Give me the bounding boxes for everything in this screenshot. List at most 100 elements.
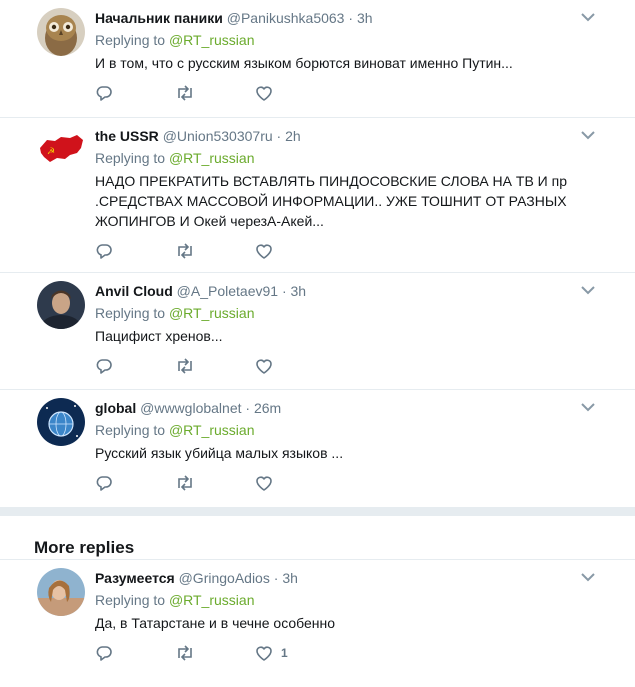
timestamp[interactable]: 3h: [357, 10, 373, 26]
tweet[interactable]: ☭ the USSR @Union530307ru · 2h Replying …: [0, 118, 635, 273]
separator-dot: ·: [245, 400, 251, 416]
timestamp[interactable]: 3h: [282, 570, 298, 586]
reply-icon: [96, 359, 112, 374]
tweet-header: global @wwwglobalnet · 26m: [95, 398, 605, 418]
timestamp[interactable]: 2h: [285, 128, 301, 144]
reply-icon: [96, 244, 112, 259]
heart-icon: [256, 476, 272, 491]
replying-to: Replying to @RT_russian: [95, 303, 605, 323]
chevron-down-icon[interactable]: [581, 12, 595, 22]
tweet[interactable]: Начальник паники @Panikushka5063 · 3h Re…: [0, 0, 635, 118]
tweet-actions: 1: [95, 638, 605, 668]
reply-icon: [96, 476, 112, 491]
retweet-icon: [178, 475, 192, 491]
avatar[interactable]: [37, 8, 85, 56]
chevron-down-icon[interactable]: [581, 130, 595, 140]
more-replies-heading: More replies: [0, 516, 635, 560]
svg-text:☭: ☭: [47, 147, 55, 157]
person-photo-avatar-icon: [37, 281, 85, 329]
user-handle[interactable]: @GringoAdios: [179, 570, 270, 586]
replying-to: Replying to @RT_russian: [95, 30, 605, 50]
mention-link[interactable]: @RT_russian: [169, 305, 255, 321]
owl-avatar-icon: [37, 8, 85, 56]
heart-icon: [256, 244, 272, 259]
globe-avatar-icon: [37, 398, 85, 446]
tweet-header: the USSR @Union530307ru · 2h: [95, 126, 605, 146]
display-name[interactable]: the USSR: [95, 128, 159, 144]
replying-to-label: Replying to: [95, 305, 166, 321]
separator-dot: ·: [273, 570, 279, 586]
tweet[interactable]: Разумеется @GringoAdios · 3h Replying to…: [0, 560, 635, 678]
tweet-actions: [95, 236, 605, 266]
like-button[interactable]: 1: [255, 645, 335, 661]
user-handle[interactable]: @Panikushka5063: [227, 10, 345, 26]
tweet-text: Русский язык убийца малых языков ...: [95, 445, 344, 461]
like-button[interactable]: [255, 475, 335, 491]
replying-to: Replying to @RT_russian: [95, 590, 605, 610]
tweet-actions: [95, 468, 605, 498]
tweet-header: Разумеется @GringoAdios · 3h: [95, 568, 605, 588]
reply-button[interactable]: [95, 84, 175, 102]
replying-to-label: Replying to: [95, 150, 166, 166]
separator-dot: ·: [348, 10, 354, 26]
like-button[interactable]: [255, 85, 335, 101]
retweet-button[interactable]: [175, 243, 255, 259]
replying-to: Replying to @RT_russian: [95, 148, 605, 168]
avatar[interactable]: [37, 398, 85, 446]
replying-to-label: Replying to: [95, 32, 166, 48]
separator-dot: ·: [281, 283, 287, 299]
separator-dot: ·: [276, 128, 282, 144]
mention-link[interactable]: @RT_russian: [169, 32, 255, 48]
like-button[interactable]: [255, 243, 335, 259]
replying-to-label: Replying to: [95, 422, 166, 438]
retweet-icon: [178, 358, 192, 374]
avatar[interactable]: ☭: [37, 126, 85, 174]
retweet-icon: [178, 85, 192, 101]
like-count: 1: [281, 646, 288, 660]
replying-to: Replying to @RT_russian: [95, 420, 605, 440]
timestamp[interactable]: 3h: [291, 283, 307, 299]
heart-icon: [256, 359, 272, 374]
tweet-header: Начальник паники @Panikushka5063 · 3h: [95, 8, 605, 28]
display-name[interactable]: Anvil Cloud: [95, 283, 173, 299]
retweet-button[interactable]: [175, 645, 255, 661]
woman-photo-avatar-icon: [37, 568, 85, 616]
heart-icon: [256, 86, 272, 101]
user-handle[interactable]: @Union530307ru: [163, 128, 273, 144]
avatar[interactable]: [37, 568, 85, 616]
like-button[interactable]: [255, 358, 335, 374]
ussr-map-avatar-icon: ☭: [37, 126, 85, 174]
retweet-icon: [178, 645, 192, 661]
mention-link[interactable]: @RT_russian: [169, 150, 255, 166]
mention-link[interactable]: @RT_russian: [169, 592, 255, 608]
retweet-button[interactable]: [175, 475, 255, 491]
tweet[interactable]: Anvil Cloud @A_Poletaev91 · 3h Replying …: [0, 273, 635, 390]
user-handle[interactable]: @A_Poletaev91: [177, 283, 278, 299]
tweet-actions: [95, 351, 605, 381]
retweet-button[interactable]: [175, 358, 255, 374]
chevron-down-icon[interactable]: [581, 285, 595, 295]
reply-button[interactable]: [95, 242, 175, 260]
timestamp[interactable]: 26m: [254, 400, 281, 416]
user-handle[interactable]: @wwwglobalnet: [140, 400, 241, 416]
display-name[interactable]: Начальник паники: [95, 10, 223, 26]
chevron-down-icon[interactable]: [581, 572, 595, 582]
section-divider: [0, 507, 635, 516]
mention-link[interactable]: @RT_russian: [169, 422, 255, 438]
chevron-down-icon[interactable]: [581, 402, 595, 412]
tweet-header: Anvil Cloud @A_Poletaev91 · 3h: [95, 281, 605, 301]
display-name[interactable]: global: [95, 400, 136, 416]
tweet-actions: [95, 78, 605, 108]
display-name[interactable]: Разумеется: [95, 570, 175, 586]
retweet-button[interactable]: [175, 85, 255, 101]
reply-icon: [96, 646, 112, 661]
replying-to-label: Replying to: [95, 592, 166, 608]
tweet-text: Да, в Татарстане и в чечне особенно: [95, 615, 336, 631]
reply-button[interactable]: [95, 644, 175, 662]
avatar[interactable]: [37, 281, 85, 329]
tweet-text: И в том, что с русским языком борются ви…: [95, 55, 513, 71]
tweet[interactable]: global @wwwglobalnet · 26m Replying to @…: [0, 390, 635, 507]
tweet-text: НАДО ПРЕКРАТИТЬ ВСТАВЛЯТЬ ПИНДОСОВСКИЕ С…: [95, 173, 567, 229]
reply-button[interactable]: [95, 474, 175, 492]
reply-button[interactable]: [95, 357, 175, 375]
